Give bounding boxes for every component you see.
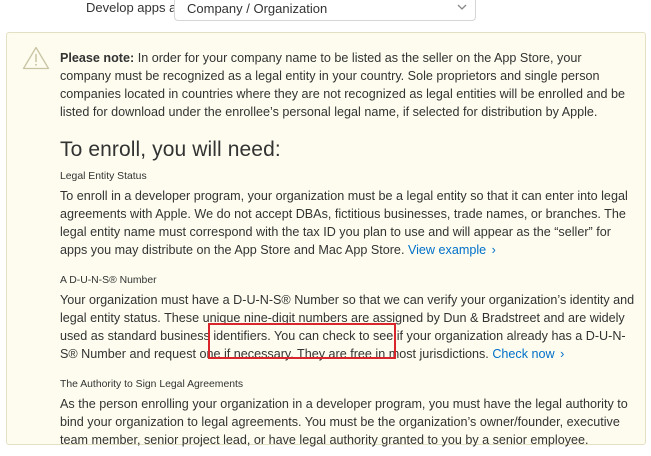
please-note-text: In order for your company name to be lis…: [60, 51, 625, 119]
signing-authority-title: The Authority to Sign Legal Agreements: [60, 379, 244, 390]
enroll-requirements-heading: To enroll, you will need:: [60, 138, 281, 161]
notice-content: Please note: In order for your company n…: [60, 49, 635, 449]
signing-authority-text: As the person enrolling your organizatio…: [60, 397, 628, 447]
check-now-link-label: Check now: [492, 347, 555, 361]
duns-number-text: Your organization must have a D-U-N-S® N…: [60, 291, 635, 363]
developer-type-select-value: Company / Organization: [187, 1, 328, 16]
chevron-right-icon: ›: [560, 347, 565, 361]
please-note-paragraph: Please note: In order for your company n…: [60, 49, 635, 121]
chevron-right-icon: ›: [491, 243, 496, 257]
legal-entity-status-title: Legal Entity Status: [60, 171, 147, 182]
develop-apps-as-label: Develop apps as: [86, 0, 183, 15]
legal-entity-status-body: To enroll in a developer program, your o…: [60, 189, 628, 257]
check-now-link[interactable]: Check now ›: [492, 347, 564, 361]
view-example-link-label: View example: [407, 243, 487, 257]
please-note-label: Please note:: [60, 51, 135, 65]
warning-triangle-icon: [22, 46, 50, 70]
chevron-down-icon: [457, 4, 467, 10]
developer-type-select[interactable]: Company / Organization: [174, 0, 476, 21]
legal-entity-status-text: To enroll in a developer program, your o…: [60, 187, 635, 259]
enrollment-notice-box: Please note: In order for your company n…: [6, 32, 646, 447]
developer-type-row: Develop apps as Company / Organization: [0, 0, 651, 21]
view-example-link[interactable]: View example ›: [408, 243, 496, 257]
page: Develop apps as Company / Organization P…: [0, 0, 651, 456]
duns-number-title: A D-U-N-S® Number: [60, 275, 157, 286]
